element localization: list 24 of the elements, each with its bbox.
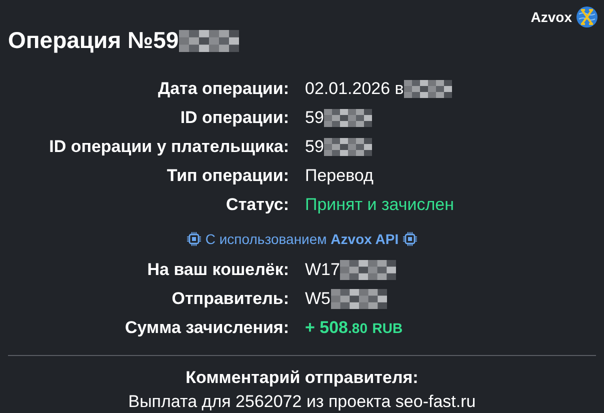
- status-value: Принят и зачислен: [305, 194, 454, 216]
- field-value: W17: [305, 259, 340, 281]
- amount-value: + 508.80 RUB: [305, 317, 403, 339]
- field-value: 59: [305, 136, 324, 158]
- field-label: Дата операции:: [156, 78, 289, 100]
- field-value: W5: [305, 288, 330, 310]
- field-label: Сумма зачисления:: [124, 317, 289, 339]
- field-label: ID операции:: [179, 107, 289, 129]
- field-label: Тип операции:: [166, 165, 289, 187]
- chip-icon: [187, 232, 202, 246]
- logo-icon: [576, 6, 598, 28]
- field-label: На ваш кошелёк:: [146, 259, 289, 281]
- field-value: Перевод: [305, 165, 374, 187]
- field-label: Отправитель:: [170, 288, 289, 310]
- api-note: С использованием Azvox API: [205, 230, 399, 248]
- field-value: 02.01.2026 в: [305, 78, 404, 100]
- field-label: ID операции у плательщика:: [48, 136, 289, 158]
- field-label: Статус:: [225, 194, 289, 216]
- field-value: 59: [305, 107, 324, 129]
- chip-icon: [402, 232, 417, 246]
- page-title: Операция №59: [8, 27, 179, 55]
- comment-title: Комментарий отправителя:: [184, 367, 420, 389]
- comment-text: Выплата для 2562072 из проекта seo-fast.ru: [127, 391, 477, 413]
- brand-name: Azvox: [530, 8, 572, 26]
